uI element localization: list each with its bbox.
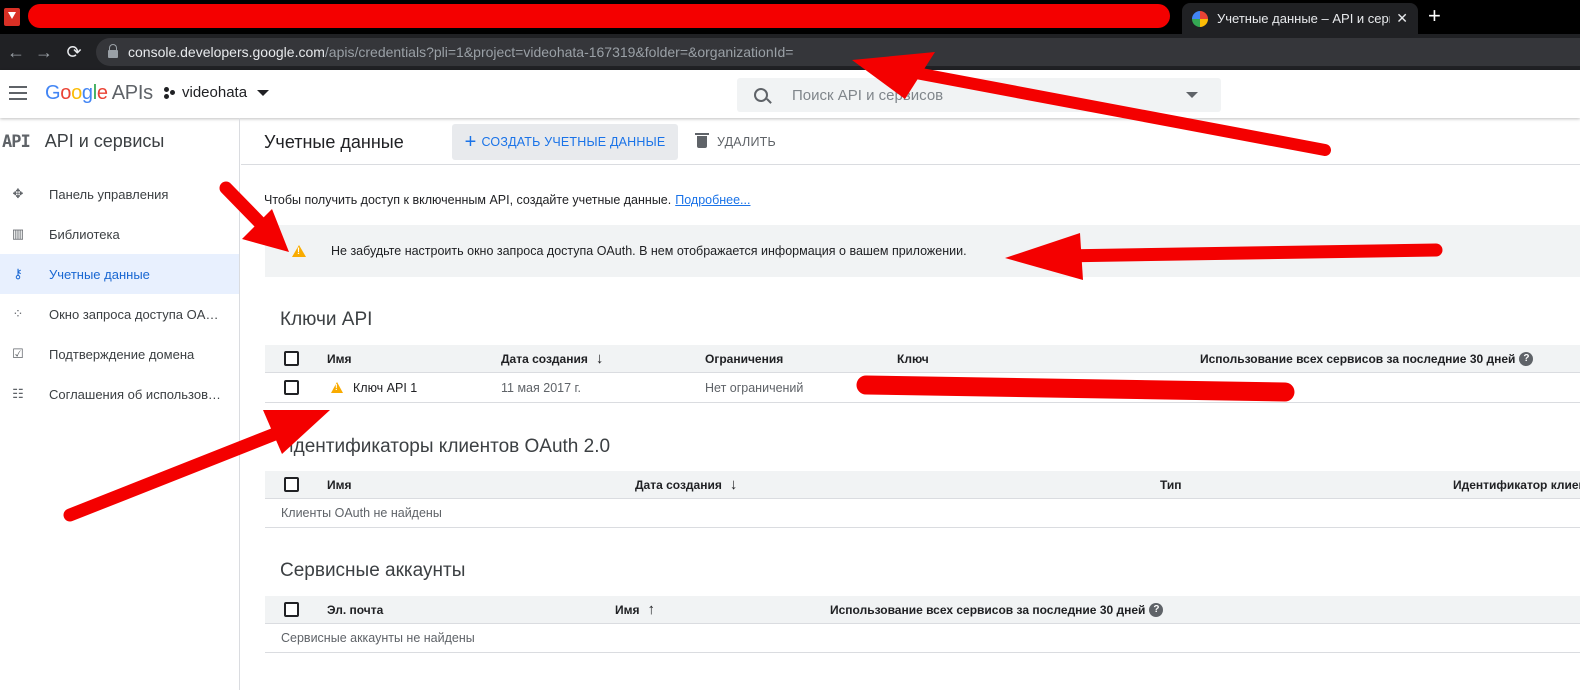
- sidebar-item-domain-verification[interactable]: ☑ Подтверждение домена: [0, 334, 239, 374]
- select-all-checkbox[interactable]: [284, 471, 299, 498]
- trash-icon: [695, 133, 709, 148]
- page-title: Учетные данные: [264, 132, 404, 152]
- redaction-mark-tabs: [28, 4, 1170, 28]
- empty-state-row: Сервисные аккаунты не найдены: [265, 624, 1580, 653]
- warning-text: Не забудьте настроить окно запроса досту…: [331, 244, 967, 258]
- table-header: Имя Дата создания ↓ Ограничения Ключ Испо…: [265, 345, 1580, 373]
- google-apis-logo[interactable]: Google APIs: [45, 82, 153, 105]
- oauth-clients-table: Имя Дата создания ↓ Тип Идентификатор кли…: [265, 471, 1580, 528]
- row-checkbox[interactable]: [284, 373, 299, 402]
- address-bar: ← → ⟳ console.developers.google.com /api…: [0, 34, 1580, 70]
- create-credentials-button[interactable]: + СОЗДАТЬ УЧЕТНЫЕ ДАННЫЕ: [452, 124, 678, 160]
- new-tab-plus-icon[interactable]: +: [1428, 4, 1441, 28]
- warning-icon: [292, 245, 306, 257]
- sidebar-item-oauth-consent[interactable]: ⁘ Окно запроса доступа OAuth: [0, 294, 239, 334]
- arrow-down-icon: ↓: [729, 476, 738, 493]
- sidebar-item-library[interactable]: ▥ Библиотека: [0, 214, 239, 254]
- browser-tab-active[interactable]: Учетные данные – API и сервисы ✕: [1182, 3, 1418, 34]
- search-icon[interactable]: [754, 88, 768, 102]
- service-accounts-title: Сервисные аккаунты: [280, 560, 466, 581]
- arrow-up-icon: ↑: [647, 601, 656, 618]
- url-host: console.developers.google.com: [128, 44, 325, 60]
- column-name[interactable]: Имя: [327, 471, 352, 498]
- column-email[interactable]: Эл. почта: [327, 596, 383, 623]
- sidebar-item-credentials[interactable]: ⚷ Учетные данные: [0, 254, 239, 294]
- forward-arrow-icon[interactable]: →: [28, 42, 60, 63]
- dashboard-icon: ✥: [12, 186, 24, 201]
- menu-icon[interactable]: [9, 86, 27, 100]
- google-favicon-icon: [1192, 10, 1208, 27]
- column-key[interactable]: Ключ: [897, 345, 929, 372]
- key-icon: ⚷: [13, 266, 23, 281]
- reload-icon[interactable]: ⟳: [58, 42, 90, 63]
- agreements-icon: ☷: [12, 386, 24, 401]
- extension-download-icon[interactable]: [4, 8, 20, 26]
- key-created-date: 11 мая 2017 г.: [501, 380, 582, 395]
- column-usage[interactable]: Использование всех сервисов за последние…: [830, 596, 1164, 623]
- column-usage[interactable]: Использование всех сервисов за последние…: [1200, 345, 1534, 372]
- table-row[interactable]: Ключ API 1 11 мая 2017 г. Нет ограничени…: [265, 373, 1580, 403]
- close-icon[interactable]: ✕: [1396, 10, 1408, 27]
- api-keys-table: Имя Дата создания ↓ Ограничения Ключ Испо…: [265, 345, 1580, 403]
- library-icon: ▥: [11, 226, 25, 241]
- table-header: Эл. почта Имя ↑ Использование всех сервис…: [265, 596, 1580, 624]
- column-restrictions[interactable]: Ограничения: [705, 345, 783, 372]
- sidebar-item-agreements[interactable]: ☷ Соглашения об использовании страниц: [0, 374, 239, 414]
- column-created[interactable]: Дата создания ↓: [501, 345, 603, 372]
- consent-icon: ⁘: [12, 306, 24, 321]
- sidebar-item-dashboard[interactable]: ✥ Панель управления: [0, 174, 239, 214]
- oauth-warning-banner: Не забудьте настроить окно запроса досту…: [265, 225, 1580, 277]
- search-input[interactable]: [792, 86, 1172, 104]
- service-accounts-table: Эл. почта Имя ↑ Использование всех сервис…: [265, 596, 1580, 653]
- search-bar[interactable]: [737, 78, 1221, 112]
- sidebar-title: API и сервисы: [44, 131, 165, 151]
- info-text: Чтобы получить доступ к включенным API, …: [264, 193, 751, 207]
- learn-more-link[interactable]: Подробнее...: [675, 193, 750, 207]
- oauth-clients-title: Идентификаторы клиентов OAuth 2.0: [280, 436, 611, 457]
- help-icon[interactable]: ?: [1149, 602, 1164, 617]
- page-toolbar: Учетные данные + СОЗДАТЬ УЧЕТНЫЕ ДАННЫЕ …: [241, 118, 1580, 165]
- column-client-id[interactable]: Идентификатор клиента: [1453, 471, 1580, 498]
- column-created[interactable]: Дата создания ↓: [635, 471, 737, 498]
- empty-message: Сервисные аккаунты не найдены: [281, 631, 475, 645]
- browser-tab-bar: Учетные данные – API и сервисы ✕ +: [0, 0, 1580, 34]
- column-name[interactable]: Имя ↑: [615, 596, 655, 623]
- select-all-checkbox[interactable]: [284, 596, 299, 623]
- chevron-down-icon: [257, 89, 270, 96]
- sidebar: API API и сервисы ✥ Панель управления ▥ …: [0, 118, 240, 690]
- url-omnibox[interactable]: console.developers.google.com /apis/cred…: [96, 38, 1580, 66]
- sidebar-header: API API и сервисы: [0, 118, 239, 165]
- api-keys-title: Ключи API: [280, 309, 373, 330]
- empty-state-row: Клиенты OAuth не найдены: [265, 499, 1580, 528]
- lock-icon[interactable]: [108, 44, 118, 58]
- select-all-checkbox[interactable]: [284, 345, 299, 372]
- api-badge-icon: API: [2, 131, 31, 152]
- domain-check-icon: ☑: [12, 346, 24, 361]
- key-restrictions: Нет ограничений: [705, 380, 804, 395]
- empty-message: Клиенты OAuth не найдены: [281, 506, 442, 520]
- main-content: Учетные данные + СОЗДАТЬ УЧЕТНЫЕ ДАННЫЕ …: [241, 118, 1580, 690]
- tab-title: Учетные данные – API и сервисы: [1217, 11, 1390, 26]
- console-header: Google APIs videohata: [0, 70, 1580, 118]
- project-selector[interactable]: videohata: [164, 84, 270, 101]
- help-icon[interactable]: ?: [1519, 351, 1534, 366]
- url-path: /apis/credentials?pli=1&project=videohat…: [324, 44, 794, 60]
- warning-icon: [331, 382, 343, 393]
- table-header: Имя Дата создания ↓ Тип Идентификатор кли…: [265, 471, 1580, 499]
- key-name-link[interactable]: Ключ API 1: [331, 373, 417, 402]
- project-name: videohata: [182, 84, 248, 101]
- arrow-down-icon: ↓: [595, 350, 604, 367]
- column-name[interactable]: Имя: [327, 345, 352, 372]
- plus-icon: +: [464, 131, 477, 153]
- project-icon: [164, 86, 176, 99]
- delete-button[interactable]: УДАЛИТЬ: [695, 124, 776, 160]
- chevron-down-icon[interactable]: [1186, 92, 1198, 98]
- column-type[interactable]: Тип: [1160, 471, 1182, 498]
